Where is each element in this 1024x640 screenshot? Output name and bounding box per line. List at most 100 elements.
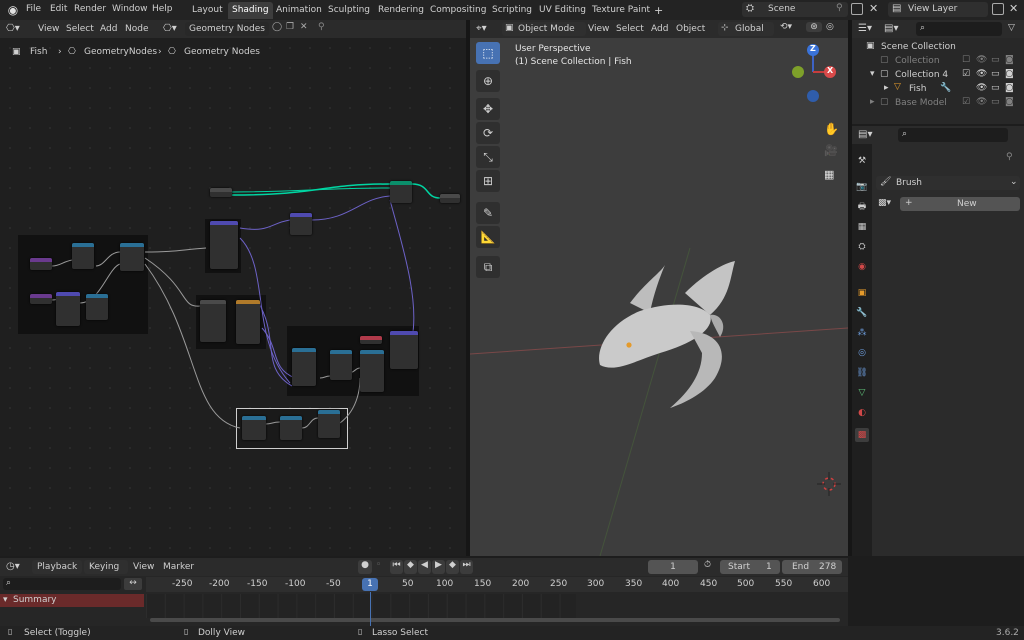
menu-help[interactable]: Help xyxy=(152,4,173,14)
perspective-toggle-icon[interactable]: ▦ xyxy=(824,168,834,181)
ne-menu-node[interactable]: Node xyxy=(125,24,149,34)
ne-menu-view[interactable]: View xyxy=(38,24,59,34)
outliner-search[interactable]: ⌕ xyxy=(916,22,1002,36)
brush-selector[interactable]: 🖌 Brush ⌄ xyxy=(876,176,1020,190)
exclude-checkbox-icon[interactable]: ☐ xyxy=(962,55,970,65)
channel-search[interactable]: ⌕ xyxy=(3,578,121,590)
stopwatch-icon[interactable]: ⏱ xyxy=(704,560,711,570)
menu-render[interactable]: Render xyxy=(74,4,106,14)
pin-icon[interactable]: ⚲ xyxy=(318,22,325,32)
tl-menu-view[interactable]: View xyxy=(133,562,154,572)
vp-menu-object[interactable]: Object xyxy=(676,24,705,34)
output-tab-icon[interactable]: 🖶 xyxy=(855,200,869,214)
editor-type-icon[interactable]: ▤▾ xyxy=(858,129,872,140)
outliner-row[interactable]: ▾ ▢ Collection 4 ☑ 👁 ▭ ◙ xyxy=(852,68,1024,82)
play-icon[interactable]: ▶ xyxy=(432,560,445,574)
node-set-position[interactable] xyxy=(290,213,312,235)
node-tree-type-icon[interactable]: ⎔▾ xyxy=(163,23,177,34)
tab-texture-paint[interactable]: Texture Paint xyxy=(592,5,650,15)
tool-tab-icon[interactable]: ⚒ xyxy=(855,154,869,168)
exclude-checkbox-icon[interactable]: ☑ xyxy=(962,69,970,79)
scene-tab-icon[interactable]: ⛭ xyxy=(855,240,869,254)
frame-ruler[interactable]: -250 -200 -150 -100 -50 1 50 100 150 200… xyxy=(146,577,848,592)
timeline-body[interactable]: ⌕ ↔ -250 -200 -150 -100 -50 1 50 100 150… xyxy=(0,576,848,626)
playback-menu[interactable]: Playback xyxy=(32,560,82,574)
snap-icon[interactable]: ⊛ xyxy=(806,22,822,32)
expand-arrow-icon[interactable]: ▸ xyxy=(884,83,889,93)
pin-icon[interactable]: ⚲ xyxy=(836,3,843,13)
modifier-tab-icon[interactable]: 🔧 xyxy=(855,306,869,320)
delete-view-layer-icon[interactable]: ✕ xyxy=(1009,2,1018,15)
ne-menu-add[interactable]: Add xyxy=(100,24,117,34)
display-mode-icon[interactable]: ▤▾ xyxy=(884,23,898,34)
next-keyframe-icon[interactable]: ◆ xyxy=(446,560,459,574)
tab-uv-editing[interactable]: UV Editing xyxy=(539,5,586,15)
fake-user-icon[interactable]: ◯ xyxy=(272,22,282,32)
blender-logo-icon[interactable]: ◉ xyxy=(6,3,20,17)
summary-track[interactable] xyxy=(146,594,576,618)
node-vector-math[interactable] xyxy=(56,292,80,326)
texture-checker-icon[interactable]: ▩▾ xyxy=(878,198,891,208)
outliner-row[interactable]: ▸ ▢ Base Model ☑ 👁 ▭ ◙ xyxy=(852,96,1024,110)
render-disable-icon[interactable]: ◙ xyxy=(1005,69,1014,79)
new-view-layer-icon[interactable] xyxy=(992,3,1004,15)
exclude-checkbox-icon[interactable]: ☑ xyxy=(962,97,970,107)
tab-layout[interactable]: Layout xyxy=(192,5,223,15)
expand-arrow-icon[interactable]: ▾ xyxy=(3,595,8,605)
node-vector-math[interactable] xyxy=(86,294,108,320)
outliner-row[interactable]: ▸ ▽ Fish 🔧 👁 ▭ ◙ xyxy=(852,82,1024,96)
tab-scripting[interactable]: Scripting xyxy=(492,5,532,15)
camera-view-icon[interactable]: 🎥 xyxy=(824,144,838,157)
tab-compositing[interactable]: Compositing xyxy=(430,5,486,15)
tl-menu-marker[interactable]: Marker xyxy=(163,562,194,572)
menu-edit[interactable]: Edit xyxy=(50,4,67,14)
visibility-icon[interactable]: 👁 xyxy=(976,83,987,93)
menu-window[interactable]: Window xyxy=(112,4,148,14)
mode-selector[interactable]: ▣ Object Mode xyxy=(502,22,586,36)
viewport-disable-icon[interactable]: ▭ xyxy=(991,69,1000,79)
object-tab-icon[interactable]: ▣ xyxy=(855,286,869,300)
node-position[interactable] xyxy=(200,300,226,342)
visibility-icon[interactable]: 👁 xyxy=(976,55,987,65)
delete-scene-icon[interactable]: ✕ xyxy=(869,2,878,15)
viewport-disable-icon[interactable]: ▭ xyxy=(991,83,1000,93)
data-tab-icon[interactable]: ▽ xyxy=(855,386,869,400)
vp-menu-add[interactable]: Add xyxy=(651,24,668,34)
view-layer-selector[interactable]: ▤ View Layer xyxy=(888,2,988,17)
end-frame-field[interactable]: End 278 xyxy=(782,560,842,574)
pin-icon[interactable]: ⚲ xyxy=(1006,152,1013,162)
physics-tab-icon[interactable]: ◎ xyxy=(855,346,869,360)
node-separate-xyz[interactable] xyxy=(72,243,94,269)
view-layer-tab-icon[interactable]: ▦ xyxy=(855,220,869,234)
visibility-icon[interactable]: 👁 xyxy=(976,69,987,79)
node-transform[interactable] xyxy=(210,221,238,269)
visibility-icon[interactable]: 👁 xyxy=(976,97,987,107)
vp-menu-view[interactable]: View xyxy=(588,24,609,34)
render-disable-icon[interactable]: ◙ xyxy=(1005,55,1014,65)
ne-menu-select[interactable]: Select xyxy=(66,24,94,34)
particles-tab-icon[interactable]: ⁂ xyxy=(855,326,869,340)
keying-set-icon[interactable]: ◦ xyxy=(376,560,381,570)
viewport-disable-icon[interactable]: ▭ xyxy=(991,97,1000,107)
render-tab-icon[interactable]: 📷 xyxy=(855,180,869,194)
material-tab-icon[interactable]: ◐ xyxy=(855,406,869,420)
filter-icon[interactable]: ▽ xyxy=(1008,23,1015,33)
summary-channel[interactable]: ▾ Summary xyxy=(0,594,144,607)
prev-keyframe-icon[interactable]: ◆ xyxy=(404,560,417,574)
node-math[interactable] xyxy=(30,258,52,270)
viewport-canvas[interactable]: User Perspective (1) Scene Collection | … xyxy=(470,38,848,556)
pan-view-icon[interactable]: ✋ xyxy=(824,122,839,136)
expand-arrow-icon[interactable]: ▸ xyxy=(870,97,875,107)
node-compare[interactable] xyxy=(280,416,302,440)
node-editor-canvas[interactable]: ▣ Fish › ⎔ GeometryNodes › ⎔ Geometry No… xyxy=(0,38,466,556)
constraints-tab-icon[interactable]: ⛓ xyxy=(855,366,869,380)
outliner-root-row[interactable]: ▣ Scene Collection xyxy=(852,40,1024,54)
node-value[interactable] xyxy=(30,294,52,304)
node-tree-field[interactable]: Geometry Nodes xyxy=(185,22,269,36)
tab-animation[interactable]: Animation xyxy=(276,5,322,15)
proportional-edit-icon[interactable]: ◎ xyxy=(826,22,834,32)
new-scene-icon[interactable] xyxy=(851,3,863,15)
node-join-geometry[interactable] xyxy=(390,181,412,203)
tab-rendering[interactable]: Rendering xyxy=(378,5,424,15)
tab-shading[interactable]: Shading xyxy=(228,2,273,19)
